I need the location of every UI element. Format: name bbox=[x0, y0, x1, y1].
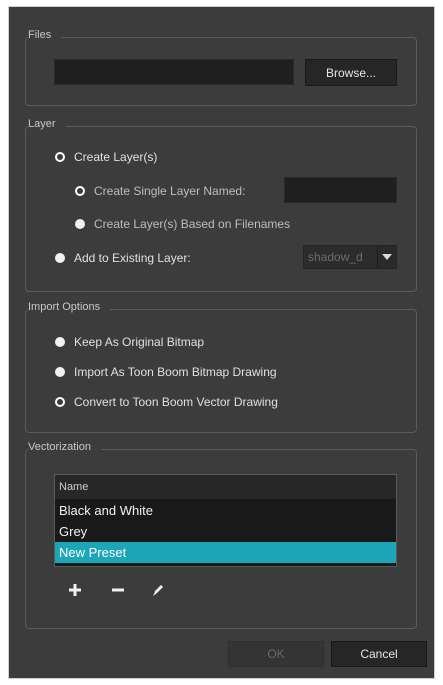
create-single-layer-label: Create Single Layer Named: bbox=[94, 184, 246, 198]
existing-layer-value: shadow_d bbox=[308, 250, 363, 264]
add-preset-icon[interactable] bbox=[68, 583, 82, 600]
create-layers-filenames-option[interactable]: Create Layer(s) Based on Filenames bbox=[75, 217, 290, 231]
create-single-layer-option[interactable]: Create Single Layer Named: bbox=[75, 184, 245, 198]
list-item-selected[interactable]: New Preset bbox=[55, 542, 396, 563]
remove-preset-icon[interactable] bbox=[111, 583, 125, 600]
radio-checked-icon[interactable] bbox=[55, 152, 65, 162]
vectorization-preset-list[interactable]: Name Black and White Grey New Preset bbox=[54, 474, 397, 567]
files-legend: Files bbox=[28, 29, 62, 41]
edit-preset-pencil-icon[interactable] bbox=[151, 583, 165, 600]
ok-button[interactable]: OK bbox=[228, 641, 324, 667]
radio-unchecked-icon[interactable] bbox=[55, 337, 65, 347]
create-layers-filenames-label: Create Layer(s) Based on Filenames bbox=[94, 217, 291, 231]
browse-button[interactable]: Browse... bbox=[305, 59, 397, 86]
create-layers-option[interactable]: Create Layer(s) bbox=[55, 150, 157, 164]
create-layers-label: Create Layer(s) bbox=[74, 150, 158, 164]
cancel-button[interactable]: Cancel bbox=[331, 641, 427, 667]
keep-original-bitmap-option[interactable]: Keep As Original Bitmap bbox=[55, 335, 204, 349]
radio-unchecked-icon[interactable] bbox=[55, 253, 65, 263]
import-toon-bitmap-option[interactable]: Import As Toon Boom Bitmap Drawing bbox=[55, 365, 277, 379]
radio-checked-icon[interactable] bbox=[55, 397, 65, 407]
keep-original-bitmap-label: Keep As Original Bitmap bbox=[74, 335, 205, 349]
file-path-field[interactable] bbox=[54, 59, 294, 85]
list-column-header-name[interactable]: Name bbox=[55, 475, 396, 500]
chevron-down-icon[interactable] bbox=[377, 246, 396, 268]
layer-legend: Layer bbox=[28, 118, 66, 130]
add-existing-layer-label: Add to Existing Layer: bbox=[74, 251, 191, 265]
convert-vector-label: Convert to Toon Boom Vector Drawing bbox=[74, 395, 278, 409]
add-existing-layer-option[interactable]: Add to Existing Layer: bbox=[55, 251, 191, 265]
list-item[interactable]: Grey bbox=[55, 521, 396, 542]
radio-unchecked-icon[interactable] bbox=[75, 219, 85, 229]
convert-vector-option[interactable]: Convert to Toon Boom Vector Drawing bbox=[55, 395, 278, 409]
existing-layer-dropdown[interactable]: shadow_d bbox=[303, 245, 397, 269]
list-item[interactable]: Black and White bbox=[55, 500, 396, 521]
import-options-legend: Import Options bbox=[28, 301, 111, 313]
vectorization-legend: Vectorization bbox=[28, 441, 101, 453]
import-toon-bitmap-label: Import As Toon Boom Bitmap Drawing bbox=[74, 365, 277, 379]
radio-unchecked-icon[interactable] bbox=[55, 367, 65, 377]
radio-checked-icon[interactable] bbox=[75, 186, 85, 196]
single-layer-name-field[interactable] bbox=[284, 177, 397, 203]
